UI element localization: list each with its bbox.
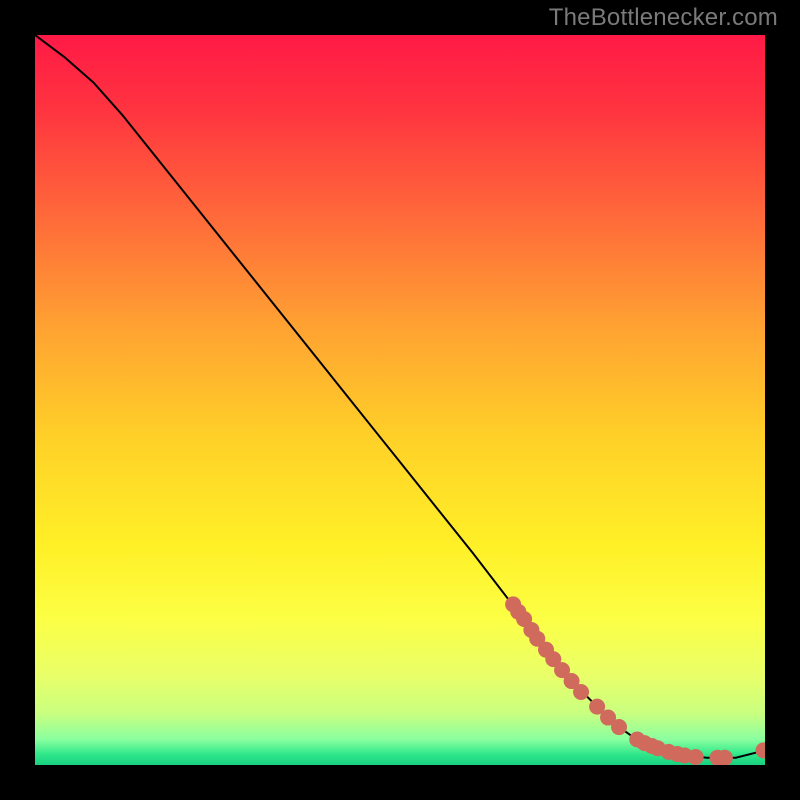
chart-plot (35, 35, 765, 765)
data-point (688, 749, 704, 765)
watermark-text: TheBottlenecker.com (549, 4, 778, 32)
chart-stage: TheBottlenecker.com (0, 0, 800, 800)
data-point (573, 684, 589, 700)
data-point (611, 719, 627, 735)
data-point (717, 750, 733, 765)
gradient-rect (35, 35, 765, 765)
